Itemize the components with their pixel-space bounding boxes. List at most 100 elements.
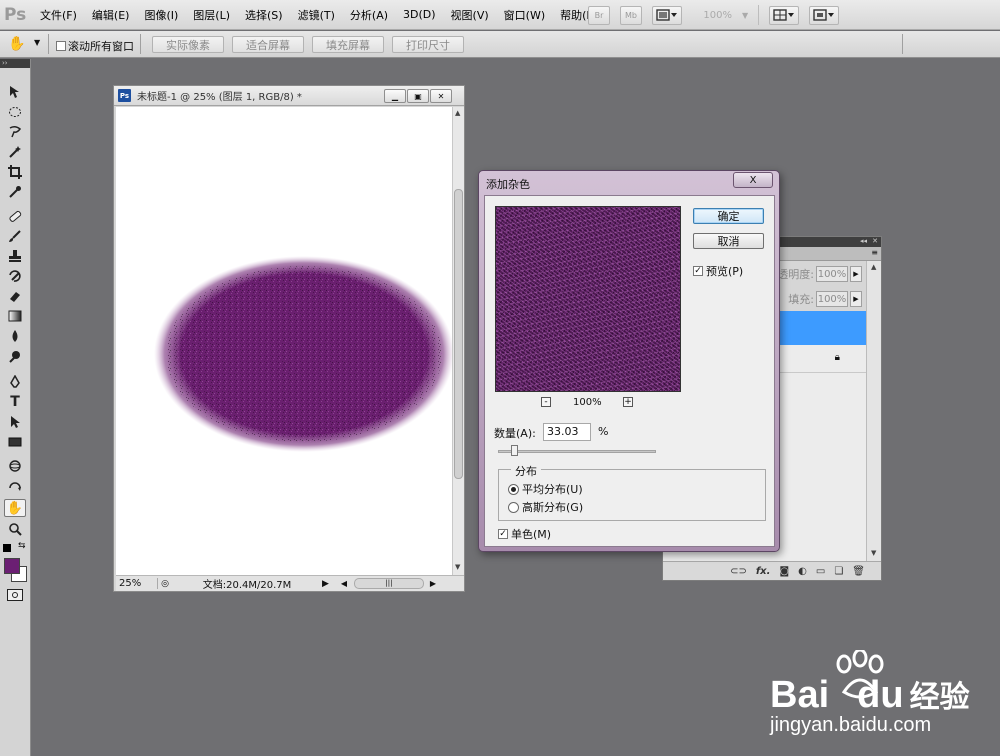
scroll-down-icon[interactable]: ▼ — [871, 549, 876, 557]
fit-screen-button[interactable]: 适合屏幕 — [232, 36, 304, 53]
scrollbar-thumb[interactable] — [454, 189, 463, 479]
print-size-button[interactable]: 打印尺寸 — [392, 36, 464, 53]
pen-tool-icon[interactable] — [4, 373, 26, 391]
image-canvas[interactable] — [116, 107, 454, 575]
monochromatic-checkbox-box[interactable]: ✓ — [498, 529, 508, 539]
preview-checkbox[interactable]: ✓ 预览(P) — [693, 263, 743, 279]
bridge-button[interactable]: Br — [588, 5, 610, 25]
adjustment-icon[interactable]: ◐ — [798, 566, 807, 577]
menu-analysis[interactable]: 分析(A) — [350, 7, 388, 23]
fx-icon[interactable]: fx. — [756, 566, 771, 577]
ok-button[interactable]: 确定 — [693, 208, 764, 224]
menu-image[interactable]: 图像(I) — [144, 7, 178, 23]
scroll-all-windows-checkbox[interactable]: 滚动所有窗口 — [56, 38, 134, 54]
arrange-documents-button[interactable] — [769, 5, 800, 25]
hand-tool-icon[interactable]: ✋ — [4, 499, 26, 517]
checkbox-box[interactable] — [56, 41, 66, 51]
chevron-down-icon[interactable]: ▼ — [742, 11, 748, 20]
panel-collapse-icon[interactable]: ◂◂ — [860, 237, 867, 245]
uniform-radio[interactable]: 平均分布(U) — [508, 481, 583, 497]
screen-mode-button[interactable] — [809, 5, 840, 25]
blur-tool-icon[interactable] — [4, 327, 26, 345]
dialog-close-button[interactable]: X — [733, 172, 773, 188]
status-menu-icon[interactable]: ◎ — [158, 579, 172, 589]
lasso-tool-icon[interactable] — [4, 123, 26, 141]
3d-orbit-tool-icon[interactable] — [4, 477, 26, 495]
quick-mask-icon[interactable] — [7, 589, 23, 601]
document-horizontal-scrollbar[interactable]: ||| — [354, 578, 424, 589]
fill-slider-icon[interactable]: ▶ — [850, 291, 862, 307]
scroll-down-icon[interactable]: ▼ — [455, 563, 460, 571]
mask-icon[interactable]: ◙ — [779, 566, 789, 577]
cancel-button[interactable]: 取消 — [693, 233, 764, 249]
hscroll-left-icon[interactable]: ◀ — [334, 579, 354, 588]
foreground-color-swatch[interactable] — [4, 558, 20, 574]
document-titlebar[interactable]: Ps 未标题-1 @ 25% (图层 1, RGB/8) * ▁ ▣ ✕ — [114, 86, 464, 106]
3d-rotate-tool-icon[interactable] — [4, 457, 26, 475]
menu-select[interactable]: 选择(S) — [245, 7, 283, 23]
panel-close-icon[interactable]: ✕ — [872, 237, 878, 245]
menu-file[interactable]: 文件(F) — [40, 7, 77, 23]
amount-slider-thumb[interactable] — [510, 445, 518, 456]
zoom-out-button[interactable]: - — [541, 397, 551, 407]
close-icon[interactable]: ✕ — [430, 89, 452, 103]
move-tool-icon[interactable] — [4, 83, 26, 101]
type-tool-icon[interactable]: T — [4, 393, 26, 411]
mini-bridge-button[interactable]: Mb — [620, 5, 642, 25]
hand-tool-preset-icon[interactable]: ✋ — [8, 36, 25, 52]
marquee-tool-icon[interactable] — [4, 103, 26, 121]
eyedropper-tool-icon[interactable] — [4, 183, 26, 201]
amount-input[interactable]: 33.03 — [543, 423, 591, 441]
menu-layer[interactable]: 图层(L) — [193, 7, 230, 23]
eraser-tool-icon[interactable] — [4, 287, 26, 305]
default-colors-icon[interactable] — [3, 544, 11, 552]
crop-tool-icon[interactable] — [4, 163, 26, 181]
restore-icon[interactable]: ▣ — [407, 89, 429, 103]
minimize-icon[interactable]: ▁ — [384, 89, 406, 103]
fill-screen-button[interactable]: 填充屏幕 — [312, 36, 384, 53]
gradient-tool-icon[interactable] — [4, 307, 26, 325]
scroll-up-icon[interactable]: ▲ — [871, 263, 876, 271]
zoom-level[interactable]: 100% — [692, 10, 732, 21]
group-icon[interactable]: ▭ — [816, 566, 825, 577]
menu-edit[interactable]: 编辑(E) — [92, 7, 130, 23]
trash-icon[interactable]: 🗑︎ — [852, 566, 865, 577]
amount-slider[interactable] — [498, 450, 656, 453]
menu-filter[interactable]: 滤镜(T) — [298, 7, 335, 23]
hscroll-right-icon[interactable]: ▶ — [424, 579, 442, 588]
new-layer-icon[interactable]: ❏ — [834, 566, 843, 577]
magic-wand-tool-icon[interactable] — [4, 143, 26, 161]
noise-preview[interactable] — [495, 206, 681, 392]
view-extras-button[interactable] — [652, 5, 682, 25]
menu-window[interactable]: 窗口(W) — [504, 7, 545, 23]
gaussian-radio-circle[interactable] — [508, 501, 519, 513]
rectangle-tool-icon[interactable] — [4, 433, 26, 451]
history-brush-tool-icon[interactable] — [4, 267, 26, 285]
panel-menu-icon[interactable]: ≡ — [871, 248, 878, 257]
monochromatic-checkbox[interactable]: ✓ 单色(M) — [498, 526, 551, 542]
swap-colors-icon[interactable]: ⇆ — [18, 541, 26, 551]
gaussian-radio[interactable]: 高斯分布(G) — [508, 499, 583, 515]
actual-pixels-button[interactable]: 实际像素 — [152, 36, 224, 53]
link-icon[interactable]: ⊂⊃ — [730, 566, 747, 577]
uniform-radio-circle[interactable] — [508, 483, 519, 495]
toolbox-collapse-icon[interactable]: ›› — [0, 59, 30, 68]
zoom-tool-icon[interactable] — [4, 520, 26, 538]
layers-scrollbar[interactable]: ▲ ▼ — [866, 261, 881, 561]
clone-stamp-tool-icon[interactable] — [4, 247, 26, 265]
opacity-field[interactable]: 100% — [816, 266, 848, 282]
dodge-tool-icon[interactable] — [4, 347, 26, 365]
document-vertical-scrollbar[interactable]: ▲ ▼ — [452, 107, 464, 575]
preview-checkbox-box[interactable]: ✓ — [693, 266, 703, 276]
chevron-down-icon[interactable]: ▼ — [34, 38, 40, 47]
status-expand-icon[interactable]: ▶ — [322, 579, 334, 589]
menu-3d[interactable]: 3D(D) — [403, 8, 436, 21]
fill-field[interactable]: 100% — [816, 291, 848, 307]
zoom-in-button[interactable]: + — [623, 397, 633, 407]
brush-tool-icon[interactable] — [4, 227, 26, 245]
scroll-up-icon[interactable]: ▲ — [455, 109, 460, 117]
opacity-slider-icon[interactable]: ▶ — [850, 266, 862, 282]
menu-view[interactable]: 视图(V) — [451, 7, 489, 23]
zoom-field[interactable]: 25% — [116, 578, 158, 589]
path-selection-tool-icon[interactable] — [4, 413, 26, 431]
